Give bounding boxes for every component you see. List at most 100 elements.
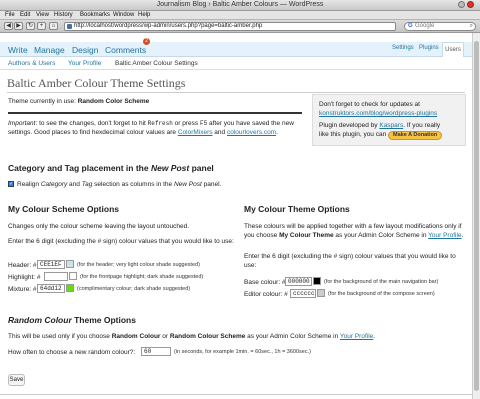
mixture-color-note: (complimentary colour; dark shade sugges… <box>77 286 191 292</box>
highlight-color-input[interactable] <box>44 272 68 281</box>
current-theme-value: Random Color Scheme <box>77 98 150 105</box>
forward-icon[interactable]: ▶ <box>14 22 23 30</box>
nav-users[interactable]: Users <box>442 42 464 57</box>
editor-color-swatch <box>317 289 325 297</box>
editor-color-input[interactable]: cccccc <box>290 289 316 298</box>
page-title: Baltic Amber Colour Theme Settings <box>7 76 186 90</box>
scheme-options-desc: Changes only the colour scheme leaving t… <box>8 223 190 230</box>
current-theme-label: Theme currently in use: <box>8 98 78 105</box>
window-titlebar: Journalism Blog › Baltic Amber Colours —… <box>0 0 480 11</box>
subnav-authors-users[interactable]: Authors & Users <box>8 60 55 67</box>
realign-text-e: selection as columns in the <box>92 181 174 188</box>
important-and: and <box>212 129 227 136</box>
category-section-title: Category and Tag placement in the New Po… <box>8 163 214 173</box>
base-color-label: Base colour: # <box>244 279 286 286</box>
back-icon[interactable]: ◀ <box>4 22 13 30</box>
theme-options-title: My Colour Theme Options <box>244 204 350 214</box>
base-color-input[interactable]: 000000 <box>285 277 312 286</box>
theme-options-enter: Enter the 6 digit (excluding the # sign)… <box>244 253 456 269</box>
random-profile-link[interactable]: Your Profile <box>340 333 373 340</box>
realign-checkbox-label: Realign Category and Tag selection as co… <box>17 181 221 188</box>
header-color-note: (for the header; very light colour shade… <box>77 262 200 268</box>
menu-history[interactable]: History <box>54 12 73 18</box>
header-color-input[interactable]: CEE1EF <box>37 260 65 269</box>
menu-window[interactable]: Window <box>113 12 134 18</box>
category-title-b: New Post <box>150 163 190 173</box>
random-title-b: Theme Options <box>71 315 136 325</box>
base-color-swatch <box>313 277 321 285</box>
title-divider <box>7 92 465 93</box>
menu-bar: File Edit View History Bookmarks Window … <box>0 11 480 20</box>
sidebox-line1: Don't forget to check for updates at <box>319 101 420 108</box>
highlight-color-note: (for the frontpage highlight; dark shade… <box>80 274 204 280</box>
header-color-swatch <box>66 260 74 268</box>
current-theme: Theme currently in use: Random Color Sch… <box>8 98 149 105</box>
sidebox-line3: like this plugin, you can <box>319 131 389 138</box>
minimize-button[interactable] <box>458 1 465 8</box>
random-desc-d: Random Colour Scheme <box>169 333 246 340</box>
search-icon[interactable]: ⌕ <box>470 23 473 30</box>
menu-view[interactable]: View <box>36 12 49 18</box>
update-info-box: Don't forget to check for updates at kon… <box>312 94 466 146</box>
nav-plugins[interactable]: Plugins <box>419 45 439 51</box>
add-bookmark-icon[interactable]: + <box>37 22 46 30</box>
search-field[interactable]: G Google ⌕ <box>404 22 476 31</box>
menu-help[interactable]: Help <box>138 12 150 18</box>
nav-comments[interactable]: Comments <box>105 45 146 55</box>
realign-text-c: and <box>67 181 82 188</box>
nav-write[interactable]: Write <box>8 45 28 55</box>
highlight-color-swatch <box>69 272 77 280</box>
window-controls <box>458 1 474 8</box>
wp-admin-nav: Write Manage Design Comments Settings Pl… <box>0 42 472 57</box>
donate-button[interactable]: Make A Donation <box>388 131 443 140</box>
close-button[interactable] <box>467 1 474 8</box>
random-interval-note: (in seconds, for example 1min. = 60sec.,… <box>174 349 311 355</box>
realign-checkbox[interactable]: ✓ <box>8 181 14 187</box>
sub-nav: Authors & Users Your Profile Baltic Ambe… <box>0 57 472 70</box>
random-interval-label: How often to choose a new random colour?… <box>8 349 136 356</box>
menu-edit[interactable]: Edit <box>20 12 30 18</box>
subnav-baltic-amber[interactable]: Baltic Amber Colour Settings <box>115 60 198 67</box>
theme-profile-link[interactable]: Your Profile <box>428 232 461 239</box>
mixture-color-label: Mixture: # <box>8 286 37 293</box>
search-placeholder: Google <box>415 23 435 29</box>
author-link[interactable]: Kaspars <box>379 122 403 129</box>
menu-file[interactable]: File <box>5 12 15 18</box>
random-desc-a: This will be used only if you choose <box>8 333 112 340</box>
random-section-desc: This will be used only if you choose Ran… <box>8 332 468 341</box>
nav-manage[interactable]: Manage <box>34 45 65 55</box>
important-label: Important <box>8 120 36 127</box>
realign-text-d: Tag <box>81 181 93 188</box>
random-desc-f: . <box>373 333 376 340</box>
save-button[interactable]: Save <box>8 374 25 386</box>
updates-link[interactable]: konstruktors.com/blog/wordpress-plugins <box>319 110 437 117</box>
header-color-label: Header: # <box>8 262 37 269</box>
realign-text-b: Category <box>40 181 68 188</box>
reload-icon[interactable]: ↻ <box>26 22 35 30</box>
editor-color-note: (for the background of the compose scree… <box>328 291 435 297</box>
category-title-a: Category and Tag placement in the <box>8 163 151 173</box>
important-text-b: or press <box>172 120 200 127</box>
subnav-your-profile[interactable]: Your Profile <box>68 60 101 67</box>
comments-count-badge: 2 <box>143 38 150 45</box>
address-bar[interactable]: http://localhost/wordpress/wp-admin/user… <box>64 22 396 31</box>
random-desc-b: Random Colour <box>111 333 161 340</box>
mixture-color-input[interactable]: 64dd12 <box>37 284 65 293</box>
highlight-color-label: Highlight: # <box>8 274 41 281</box>
nav-design[interactable]: Design <box>72 45 98 55</box>
nav-settings[interactable]: Settings <box>392 45 414 51</box>
favicon-icon <box>67 24 72 29</box>
sidebox-line2a: Plugin developed by <box>319 122 380 129</box>
random-interval-input[interactable]: 60 <box>141 347 171 356</box>
vertical-scrollbar[interactable] <box>472 33 480 399</box>
scheme-options-enter: Enter the 6 digit (excluding the # sign)… <box>8 238 234 245</box>
scheme-options-title: My Colour Scheme Options <box>8 204 119 214</box>
home-icon[interactable]: ⌂ <box>49 22 58 30</box>
important-note: Important: to see the changes, don't for… <box>8 119 304 137</box>
menu-bookmarks[interactable]: Bookmarks <box>80 12 110 18</box>
colormixers-link[interactable]: ColorMixers <box>178 129 213 136</box>
important-end: . <box>276 129 278 136</box>
colourlovers-link[interactable]: colourlovers.com <box>227 129 276 136</box>
scrollbar-thumb[interactable] <box>474 41 479 391</box>
theme-desc-b: My Colour Theme <box>279 232 334 239</box>
